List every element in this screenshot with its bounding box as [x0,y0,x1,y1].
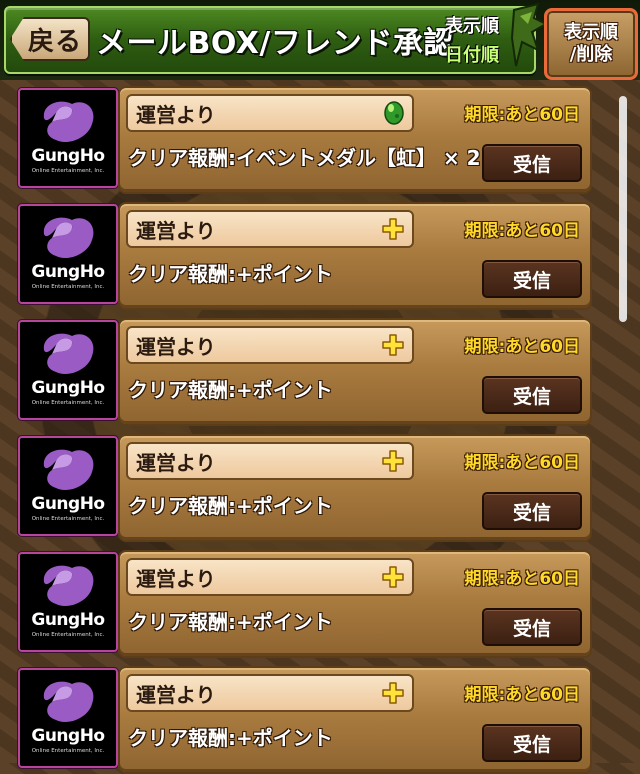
gungho-logo-icon [43,101,94,143]
brand-name: GungHo [31,494,105,514]
sort-order-indicator: 表示順 日付順 [426,10,518,68]
sort-delete-line2: /削除 [569,44,613,65]
mail-item[interactable]: GungHo Online Entertainment, Inc. 運営より ク… [18,434,592,542]
mail-plate: 運営より クリア報酬:+ポイント 期限:あと60日 受信 [118,202,592,310]
expiry-text: 期限:あと60日 [464,221,580,241]
receive-button[interactable]: 受信 [482,724,582,762]
reward-text: クリア報酬:イベントメダル【虹】 × 2 [128,146,481,170]
plus-icon [382,566,404,588]
sender-avatar: GungHo Online Entertainment, Inc. [18,668,118,768]
gungho-logo-icon [43,449,94,491]
receive-button-label: 受信 [512,501,551,524]
mail-plate: 運営より クリア報酬:イベントメダル【虹】 × 2 期限:あと60日 受信 [118,86,592,194]
reward-text: クリア報酬:+ポイント [128,494,333,518]
sender-avatar: GungHo Online Entertainment, Inc. [18,436,118,536]
sort-value: 日付順 [445,45,499,66]
sender-name: 運営より [136,567,216,591]
sort-delete-line1: 表示順 [564,22,618,43]
receive-button[interactable]: 受信 [482,492,582,530]
brand-subtitle: Online Entertainment, Inc. [31,168,105,174]
sender-avatar: GungHo Online Entertainment, Inc. [18,88,118,188]
header-bar: 戻る メールBOX/フレンド承認 表示順 日付順 表示順 /削除 [0,0,640,80]
mail-plate: 運営より クリア報酬:+ポイント 期限:あと60日 受信 [118,318,592,426]
mail-item[interactable]: GungHo Online Entertainment, Inc. 運営より ク… [18,86,592,194]
mail-plate: 運営より クリア報酬:+ポイント 期限:あと60日 受信 [118,666,592,774]
gungho-logo-icon [43,333,94,375]
receive-button-label: 受信 [512,617,551,640]
dragon-ornament-icon [510,2,548,67]
mail-list[interactable]: GungHo Online Entertainment, Inc. 運営より ク… [0,84,640,774]
sender-bar: 運営より [126,326,414,364]
sender-bar: 運営より [126,558,414,596]
sender-name: 運営より [136,683,216,707]
sender-avatar: GungHo Online Entertainment, Inc. [18,552,118,652]
back-button[interactable]: 戻る [10,17,90,61]
reward-text: クリア報酬:+ポイント [128,610,333,634]
plus-icon [382,218,404,240]
mail-plate: 運営より クリア報酬:+ポイント 期限:あと60日 受信 [118,434,592,542]
gungho-logo-icon [43,565,94,607]
page-title: メールBOX/フレンド承認 [96,26,454,61]
mail-item[interactable]: GungHo Online Entertainment, Inc. 運営より ク… [18,550,592,658]
expiry-text: 期限:あと60日 [464,453,580,473]
gungho-logo-icon [43,217,94,259]
mail-item[interactable]: GungHo Online Entertainment, Inc. 運営より ク… [18,318,592,426]
receive-button-label: 受信 [512,269,551,292]
scrollbar[interactable] [619,96,627,322]
mail-plate: 運営より クリア報酬:+ポイント 期限:あと60日 受信 [118,550,592,658]
brand-subtitle: Online Entertainment, Inc. [31,400,105,406]
brand-subtitle: Online Entertainment, Inc. [31,632,105,638]
expiry-text: 期限:あと60日 [464,337,580,357]
receive-button-label: 受信 [512,153,551,176]
sender-bar: 運営より [126,674,414,712]
plus-icon [382,450,404,472]
plus-icon [382,682,404,704]
sender-bar: 運営より [126,210,414,248]
sender-avatar: GungHo Online Entertainment, Inc. [18,320,118,420]
expiry-text: 期限:あと60日 [464,105,580,125]
brand-subtitle: Online Entertainment, Inc. [31,516,105,522]
gungho-logo-icon [43,681,94,723]
sort-delete-button[interactable]: 表示順 /削除 [544,8,638,80]
receive-button[interactable]: 受信 [482,376,582,414]
receive-button[interactable]: 受信 [482,144,582,182]
sender-name: 運営より [136,335,216,359]
reward-text: クリア報酬:+ポイント [128,726,333,750]
sender-name: 運営より [136,103,216,127]
brand-name: GungHo [31,262,105,282]
expiry-text: 期限:あと60日 [464,685,580,705]
brand-name: GungHo [31,378,105,398]
sender-name: 運営より [136,451,216,475]
mail-item[interactable]: GungHo Online Entertainment, Inc. 運営より ク… [18,202,592,310]
sender-bar: 運営より [126,94,414,132]
back-button-label: 戻る [27,26,82,57]
mail-item[interactable]: GungHo Online Entertainment, Inc. 運営より ク… [18,666,592,774]
brand-subtitle: Online Entertainment, Inc. [31,748,105,754]
receive-button-label: 受信 [512,385,551,408]
brand-name: GungHo [31,610,105,630]
sort-label: 表示順 [445,16,499,37]
receive-button[interactable]: 受信 [482,260,582,298]
reward-text: クリア報酬:+ポイント [128,262,333,286]
sender-bar: 運営より [126,442,414,480]
expiry-text: 期限:あと60日 [464,569,580,589]
receive-button-label: 受信 [512,733,551,756]
brand-name: GungHo [31,726,105,746]
receive-button[interactable]: 受信 [482,608,582,646]
plus-icon [382,334,404,356]
brand-subtitle: Online Entertainment, Inc. [31,284,105,290]
brand-name: GungHo [31,146,105,166]
reward-text: クリア報酬:+ポイント [128,378,333,402]
sender-avatar: GungHo Online Entertainment, Inc. [18,204,118,304]
green-egg-icon [384,101,404,125]
sender-name: 運営より [136,219,216,243]
